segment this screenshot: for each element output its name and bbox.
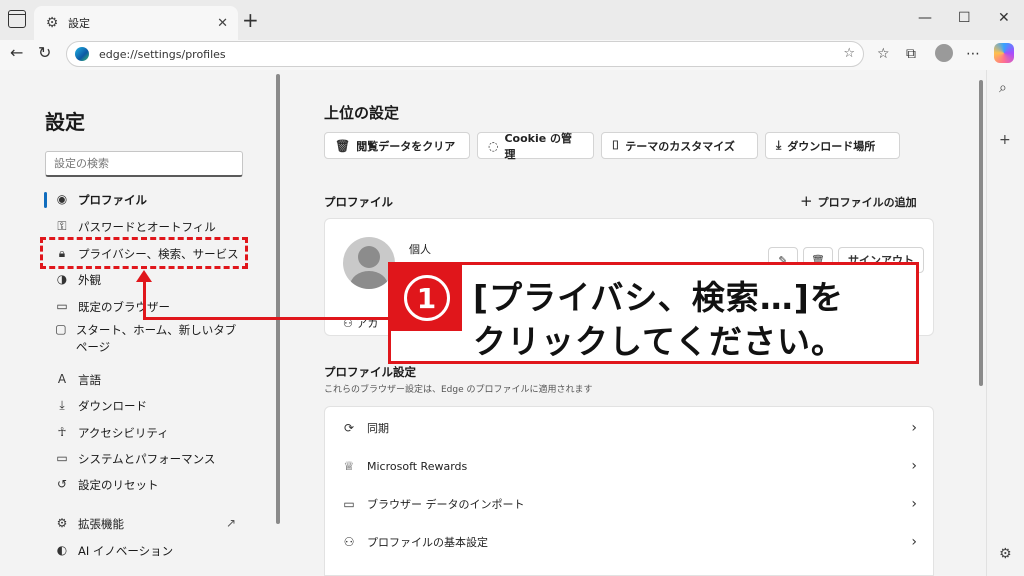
people-icon: ⚇ bbox=[343, 535, 355, 549]
sidebar-item-profiles[interactable]: ◉ プロファイル bbox=[54, 192, 254, 208]
ai-icon: ◐ bbox=[56, 543, 68, 557]
list-item-import[interactable]: ▭ ブラウザー データのインポート › bbox=[325, 485, 935, 523]
customize-theme-button[interactable]: ⌷ テーマのカスタマイズ bbox=[601, 132, 758, 159]
sidebar-item-languages[interactable]: A 言語 bbox=[54, 372, 254, 388]
plus-icon: + bbox=[800, 192, 813, 210]
minimize-button[interactable]: — bbox=[918, 10, 932, 26]
profile-heading: プロファイル bbox=[324, 195, 393, 209]
list-item-sync[interactable]: ⟳ 同期 › bbox=[325, 409, 935, 447]
search-icon[interactable]: ⌕ bbox=[999, 80, 1007, 96]
step-number: 1 bbox=[403, 275, 450, 321]
arrow-line-horizontal bbox=[143, 317, 390, 320]
search-input[interactable] bbox=[45, 151, 243, 177]
list-item-rewards[interactable]: ♕ Microsoft Rewards › bbox=[325, 447, 935, 485]
title-bar: ⚙ 設定 ✕ + — ☐ ✕ bbox=[0, 0, 1024, 40]
profile-name: 個人 bbox=[409, 243, 431, 256]
maximize-button[interactable]: ☐ bbox=[958, 10, 971, 26]
callout-line-1: [プライバシ、検索…]を bbox=[473, 278, 844, 317]
back-icon[interactable]: ← bbox=[10, 43, 23, 62]
highlight-box bbox=[40, 237, 248, 269]
window-close-button[interactable]: ✕ bbox=[998, 10, 1010, 26]
extensions-icon: ⚙ bbox=[56, 516, 68, 530]
copilot-icon[interactable] bbox=[994, 43, 1014, 63]
download-icon: ⤓ bbox=[776, 138, 782, 152]
settings-gear-icon[interactable]: ⚙ bbox=[999, 546, 1012, 562]
top-settings-heading: 上位の設定 bbox=[324, 104, 400, 122]
sidebar-item-passwords[interactable]: ⚿ パスワードとオートフィル bbox=[54, 219, 254, 235]
download-location-button[interactable]: ⤓ ダウンロード場所 bbox=[765, 132, 900, 159]
active-indicator bbox=[44, 192, 47, 208]
refresh-icon[interactable]: ↻ bbox=[38, 43, 51, 62]
sidebar-scrollbar[interactable] bbox=[276, 74, 280, 524]
tab-actions-icon[interactable] bbox=[8, 10, 26, 28]
accessibility-icon: ☥ bbox=[57, 425, 67, 439]
profile-settings-description: これらのブラウザー設定は、Edge のプロファイルに適用されます bbox=[324, 385, 593, 395]
trophy-icon: ♕ bbox=[343, 459, 355, 473]
chevron-right-icon: › bbox=[911, 496, 917, 512]
add-icon[interactable]: + bbox=[999, 132, 1011, 148]
screenshot-icon[interactable]: ⧉ bbox=[906, 46, 916, 62]
address-bar[interactable]: edge://settings/profiles ☆ bbox=[66, 41, 864, 67]
favorites-icon[interactable]: ☆ bbox=[877, 46, 890, 62]
add-profile-button[interactable]: + プロファイルの追加 bbox=[800, 192, 917, 210]
download-icon: ⤓ bbox=[59, 398, 65, 412]
folder-icon: ▭ bbox=[343, 497, 355, 511]
sidebar-item-default-browser[interactable]: ▭ 既定のブラウザー bbox=[54, 299, 254, 315]
side-rail: ⌕ + ⚙ bbox=[986, 70, 1024, 576]
new-tab-button[interactable]: + bbox=[242, 8, 259, 32]
reset-icon: ↺ bbox=[56, 477, 68, 491]
instruction-callout: 1 [プライバシ、検索…]を クリックしてください。 bbox=[388, 262, 919, 364]
url-text: edge://settings/profiles bbox=[99, 47, 226, 61]
main-scrollbar[interactable] bbox=[979, 80, 983, 386]
browser-icon: ▭ bbox=[56, 299, 68, 313]
chevron-right-icon: › bbox=[911, 458, 917, 474]
step-number-badge: 1 bbox=[391, 265, 462, 331]
laptop-icon: ▭ bbox=[56, 451, 68, 465]
settings-sidebar: 設定 ◉ プロファイル ⚿ パスワードとオートフィル 🔒︎ プライバシー、検索、… bbox=[0, 70, 284, 576]
key-icon: ⚿ bbox=[57, 219, 67, 233]
gear-icon: ⚙ bbox=[45, 15, 59, 31]
profile-avatar[interactable] bbox=[935, 44, 953, 62]
arrow-head bbox=[136, 270, 152, 282]
chevron-right-icon: › bbox=[911, 534, 917, 550]
page-title: 設定 bbox=[45, 110, 85, 134]
external-link-icon: ↗ bbox=[226, 516, 237, 530]
callout-line-2: クリックしてください。 bbox=[473, 322, 846, 361]
edge-logo-icon bbox=[75, 47, 89, 61]
more-icon[interactable]: ⋯ bbox=[966, 46, 980, 62]
sidebar-item-extensions[interactable]: ⚙ 拡張機能 bbox=[54, 516, 254, 532]
clear-browsing-data-button[interactable]: 🗑︎ 閲覧データをクリア bbox=[324, 132, 470, 159]
sidebar-item-ai[interactable]: ◐ AI イノベーション bbox=[54, 543, 254, 559]
favorite-star-icon[interactable]: ☆ bbox=[843, 46, 855, 61]
list-item-preferences[interactable]: ⚇ プロファイルの基本設定 › bbox=[325, 523, 935, 561]
arrow-line-vertical bbox=[143, 282, 146, 320]
sidebar-item-downloads[interactable]: ⤓ ダウンロード bbox=[54, 398, 254, 414]
brush-icon: ⌷ bbox=[612, 138, 620, 152]
language-icon: A bbox=[57, 372, 67, 386]
profile-settings-heading: プロファイル設定 bbox=[324, 365, 416, 379]
palette-icon: ◑ bbox=[56, 272, 68, 286]
sync-icon: ⟳ bbox=[343, 421, 355, 435]
cookie-icon: ◌ bbox=[488, 138, 499, 153]
chevron-right-icon: › bbox=[911, 420, 917, 436]
tab-label: 設定 bbox=[68, 17, 90, 30]
profile-icon: ◉ bbox=[56, 192, 68, 206]
toolbar: ← ↻ edge://settings/profiles ☆ ☆ ⧉ ⋯ bbox=[0, 40, 1024, 70]
home-icon: ▢ bbox=[55, 322, 67, 336]
sidebar-item-start-home[interactable]: ▢ スタート、ホーム、新しいタブページ bbox=[54, 322, 244, 356]
manage-cookies-button[interactable]: ◌ Cookie の管理 bbox=[477, 132, 594, 161]
sidebar-item-reset[interactable]: ↺ 設定のリセット bbox=[54, 477, 254, 493]
sidebar-item-system[interactable]: ▭ システムとパフォーマンス bbox=[54, 451, 254, 467]
close-icon[interactable]: ✕ bbox=[217, 16, 228, 31]
trash-icon: 🗑︎ bbox=[335, 138, 351, 153]
profile-settings-list: ⟳ 同期 › ♕ Microsoft Rewards › ▭ ブラウザー データ… bbox=[324, 406, 934, 576]
sidebar-item-accessibility[interactable]: ☥ アクセシビリティ bbox=[54, 425, 254, 441]
sidebar-item-appearance[interactable]: ◑ 外観 bbox=[54, 272, 254, 288]
tab-settings[interactable]: ⚙ 設定 ✕ bbox=[34, 6, 238, 40]
